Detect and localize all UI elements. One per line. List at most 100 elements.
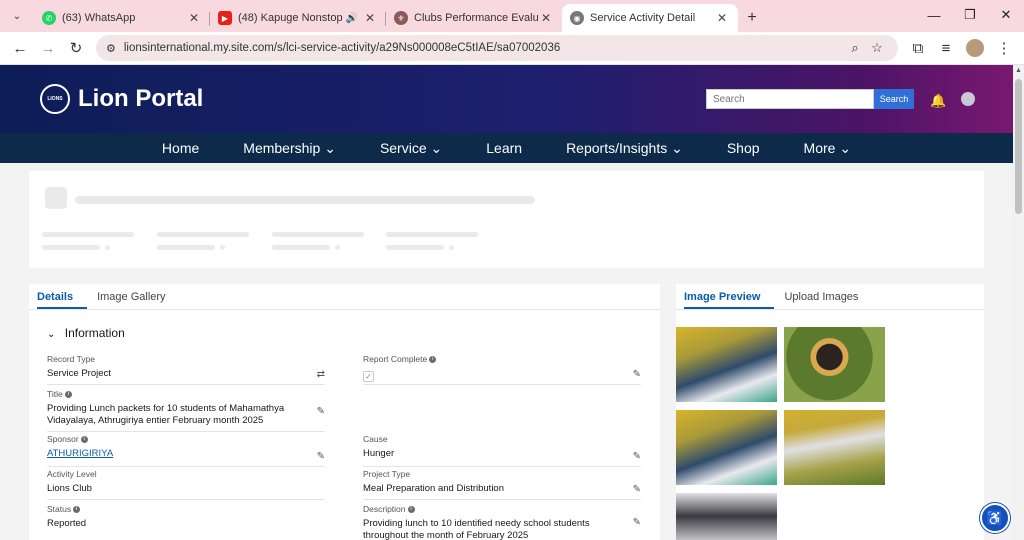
skeleton-dot [449, 245, 454, 250]
browser-tab-clubs[interactable]: ⚜ Clubs Performance Evaluation S ✕ [386, 4, 562, 32]
restore-icon[interactable]: ❐ [952, 0, 988, 30]
back-icon[interactable]: ← [6, 34, 34, 62]
browser-tab-youtube[interactable]: ▶ (48) Kapuge Nonstop Song 🔊 ✕ [210, 4, 386, 32]
bookmark-star-icon[interactable]: ☆ [866, 40, 888, 56]
accessibility-icon[interactable]: ♿ [980, 503, 1010, 533]
edit-pencil-icon[interactable]: ✎ [633, 517, 641, 528]
forward-icon[interactable]: → [34, 34, 62, 62]
activity-photo[interactable] [784, 410, 885, 485]
skeleton-line [386, 245, 444, 250]
close-tab-icon[interactable]: ✕ [186, 11, 202, 25]
close-tab-icon[interactable]: ✕ [538, 11, 554, 25]
skeleton-icon [45, 187, 67, 209]
nav-service[interactable]: Service ⌄ [380, 140, 442, 157]
field-report-complete: Report Complete i ✓ ✎ [363, 354, 641, 385]
activity-photo[interactable] [784, 327, 885, 402]
edit-pencil-icon[interactable]: ✎ [633, 451, 641, 462]
skeleton-line [272, 245, 330, 250]
sponsor-link[interactable]: ATHURIGIRIYA [47, 448, 325, 460]
url-bar[interactable]: ⚙ lionsinternational.my.site.com/s/lci-s… [96, 35, 898, 61]
user-avatar-icon[interactable] [961, 92, 975, 106]
tab-upload-images[interactable]: Upload Images [784, 284, 872, 309]
nav-shop[interactable]: Shop [727, 140, 760, 156]
search-input[interactable] [706, 89, 874, 109]
change-record-type-icon[interactable]: ⇄ [317, 369, 325, 380]
nav-membership[interactable]: Membership ⌄ [243, 140, 336, 157]
label-text: Status [47, 504, 72, 514]
label-text: Report Complete [363, 354, 428, 364]
tab-image-preview[interactable]: Image Preview [684, 284, 775, 309]
nav-reports[interactable]: Reports/Insights ⌄ [566, 140, 683, 157]
page-viewport: LIONS Lion Portal Search 🔔 Home Membersh… [0, 65, 1013, 540]
skeleton-line [157, 245, 215, 250]
field-value: Service Project [47, 368, 111, 379]
page-scrollbar[interactable]: ▲ [1013, 65, 1024, 540]
notification-bell-icon[interactable]: 🔔 [930, 93, 946, 109]
info-icon[interactable]: i [429, 355, 437, 363]
nav-learn[interactable]: Learn [486, 140, 522, 156]
tab-search-icon[interactable]: ⌄ [6, 5, 28, 27]
browser-tab-service-activity[interactable]: ◉ Service Activity Detail ✕ [562, 4, 738, 32]
section-header-information[interactable]: ⌄ Information [29, 310, 660, 340]
activity-photo[interactable] [676, 493, 777, 540]
close-window-icon[interactable]: ✕ [988, 0, 1024, 30]
address-toolbar: ← → ↻ ⚙ lionsinternational.my.site.com/s… [0, 32, 1024, 65]
search-button[interactable]: Search [874, 89, 914, 109]
browser-tab-bar: ⌄ ✆ (63) WhatsApp ✕ ▶ (48) Kapuge Nonsto… [0, 0, 1024, 32]
skeleton-dot [220, 245, 225, 250]
field-label: Record Type [47, 354, 96, 364]
zoom-icon[interactable]: ⌕ [844, 40, 866, 56]
skeleton-line [272, 232, 364, 237]
field-value: Reported [47, 518, 87, 529]
skeleton-line [386, 232, 478, 237]
info-icon[interactable]: i [407, 505, 415, 513]
field-sponsor: Sponsor i ATHURIGIRIYA ✎ [47, 434, 325, 467]
skeleton-title [75, 196, 535, 204]
edit-pencil-icon[interactable]: ✎ [317, 406, 325, 417]
profile-avatar[interactable] [966, 39, 984, 57]
tab-details[interactable]: Details [37, 284, 88, 309]
nav-home[interactable]: Home [162, 140, 199, 156]
edit-pencil-icon[interactable]: ✎ [633, 484, 641, 495]
skeleton-line [157, 232, 249, 237]
field-label: Status i [47, 504, 325, 514]
portal-brand[interactable]: Lion Portal [78, 85, 203, 113]
activity-photo[interactable] [676, 410, 777, 485]
info-icon[interactable]: i [64, 390, 72, 398]
close-tab-icon[interactable]: ✕ [362, 11, 378, 25]
edit-pencil-icon[interactable]: ✎ [633, 369, 641, 380]
browser-tab-whatsapp[interactable]: ✆ (63) WhatsApp ✕ [34, 4, 210, 32]
tab-image-gallery[interactable]: Image Gallery [97, 284, 179, 309]
report-complete-checkbox[interactable]: ✓ [363, 371, 374, 382]
lions-favicon-icon: ⚜ [394, 11, 408, 25]
scroll-up-icon[interactable]: ▲ [1015, 67, 1022, 74]
field-label: Report Complete i [363, 354, 641, 364]
site-info-icon[interactable]: ⚙ [106, 42, 116, 55]
info-icon[interactable]: i [80, 435, 88, 443]
tab-title: (63) WhatsApp [62, 12, 136, 24]
edit-pencil-icon[interactable]: ✎ [317, 451, 325, 462]
lions-logo-icon[interactable]: LIONS [40, 84, 70, 114]
scrollbar-thumb[interactable] [1015, 79, 1022, 214]
minimize-icon[interactable]: — [916, 0, 952, 30]
reload-icon[interactable]: ↻ [62, 34, 90, 62]
window-controls: — ❐ ✕ [916, 0, 1024, 30]
field-status: Status i Reported [47, 504, 325, 537]
activity-photo[interactable] [676, 327, 777, 402]
extensions-icon[interactable]: ⧉ [904, 34, 932, 62]
media-control-icon[interactable]: ≡ [932, 34, 960, 62]
label-text: Sponsor [47, 434, 79, 444]
audio-playing-icon[interactable]: 🔊 [346, 13, 358, 24]
skeleton-line [42, 232, 134, 237]
info-icon[interactable]: i [73, 505, 81, 513]
close-tab-icon[interactable]: ✕ [714, 11, 730, 25]
url-text[interactable]: lionsinternational.my.site.com/s/lci-ser… [124, 42, 844, 54]
field-value: Providing lunch to 10 identified needy s… [363, 518, 590, 540]
nav-more[interactable]: More ⌄ [804, 140, 852, 157]
details-card: Details Image Gallery ⌄ Information Reco… [29, 284, 660, 540]
field-project-type: Project Type Meal Preparation and Distri… [363, 469, 641, 500]
new-tab-button[interactable]: + [738, 4, 766, 32]
browser-menu-icon[interactable]: ⋮ [990, 34, 1018, 62]
field-label: Activity Level [47, 469, 97, 479]
field-label: Description i [363, 504, 641, 514]
